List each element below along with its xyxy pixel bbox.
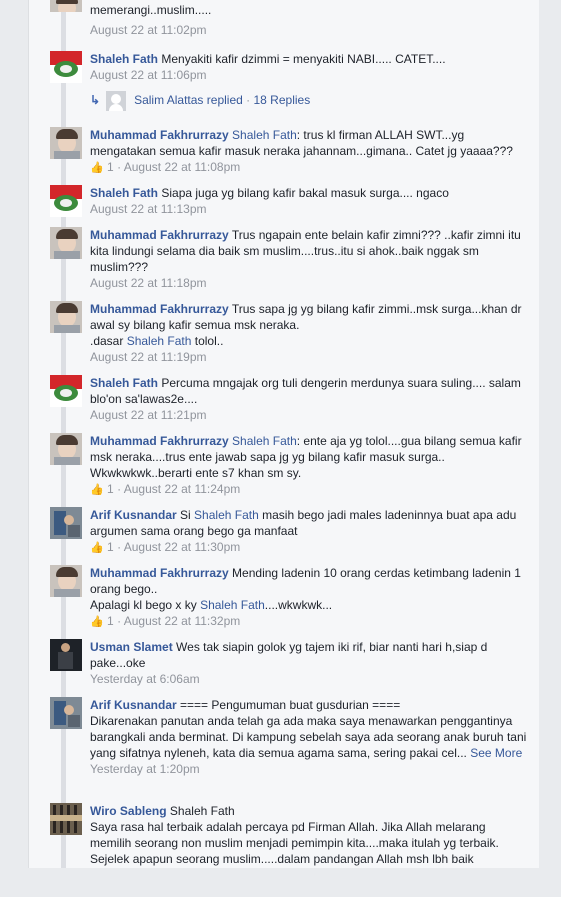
comment-author[interactable]: Arif Kusnandar — [90, 698, 177, 712]
comment: Muhammad Fakhrurrazy Shaleh Fath: trus k… — [50, 127, 530, 176]
comment-mention[interactable]: Shaleh Fath — [127, 334, 192, 348]
comment-mention[interactable]: Shaleh Fath — [194, 508, 259, 522]
avatar[interactable] — [50, 803, 82, 835]
comment-time[interactable]: August 22 at 11:02pm — [90, 22, 530, 38]
comment: Shaleh Fath Percuma mngajak org tuli den… — [50, 375, 530, 423]
comment-mention[interactable]: Shaleh Fath — [200, 598, 265, 612]
comment-text: ==== Pengumuman buat gusdurian ==== — [180, 698, 401, 712]
replied-label[interactable]: replied — [207, 93, 243, 107]
avatar[interactable] — [50, 565, 82, 597]
comment: Muhammad Fakhrurrazy Shaleh Fath: ente a… — [50, 433, 530, 498]
replies-summary[interactable]: ↳ Salim Alattas replied · 18 Replies — [90, 90, 310, 111]
comment-text: Siapa juga yg bilang kafir bakal masuk s… — [161, 186, 449, 200]
avatar[interactable] — [50, 185, 82, 217]
comment: Wiro Sableng Shaleh Fath Saya rasa hal t… — [50, 803, 530, 867]
avatar[interactable] — [50, 375, 82, 407]
comment-author[interactable]: Wiro Sableng — [90, 804, 167, 818]
like-icon: 👍 — [90, 162, 104, 174]
comment-author[interactable]: Muhammad Fakhrurrazy — [90, 128, 229, 142]
like-count[interactable]: 1 — [107, 540, 114, 554]
comment-author[interactable]: Shaleh Fath — [90, 186, 158, 200]
comment: Arif Kusnandar ==== Pengumuman buat gusd… — [50, 697, 530, 777]
comment: Muhammad Fakhrurrazy Mending ladenin 10 … — [50, 565, 530, 630]
like-count[interactable]: 1 — [107, 160, 114, 174]
comment-text-line2: .dasar — [90, 334, 127, 348]
comment-author[interactable]: Usman Slamet — [90, 640, 173, 654]
comment: Arif Kusnandar Si Shaleh Fath masih bego… — [50, 507, 530, 556]
comment-author[interactable]: Shaleh Fath — [90, 52, 158, 66]
comment-paragraph: Saya rasa hal terbaik adalah percaya pd … — [90, 820, 499, 866]
comment-time[interactable]: Yesterday at 1:20pm — [90, 761, 530, 777]
comment-author[interactable]: Muhammad Fakhrurrazy — [90, 302, 229, 316]
comment-time[interactable]: August 22 at 11:08pm — [124, 160, 241, 174]
comment-author[interactable]: Muhammad Fakhrurrazy — [90, 434, 229, 448]
like-icon: 👍 — [90, 542, 104, 554]
avatar-placeholder-icon — [106, 90, 127, 111]
avatar[interactable] — [50, 301, 82, 333]
comment-time[interactable]: August 22 at 11:13pm — [90, 201, 530, 217]
comment-time[interactable]: August 22 at 11:21pm — [90, 407, 530, 423]
comment: Muhammad Fakhrurrazy Trus sapa jg yg bil… — [50, 301, 530, 365]
comment-author[interactable]: Arif Kusnandar — [90, 508, 177, 522]
comment: Muhammad Fakhrurrazy Trus ngapain ente b… — [50, 227, 530, 291]
comment-author[interactable]: Muhammad Fakhrurrazy — [90, 228, 229, 242]
comment-time[interactable]: August 22 at 11:06pm — [90, 67, 530, 83]
comment-mention[interactable]: Shaleh Fath — [232, 128, 297, 142]
comment-time[interactable]: August 22 at 11:24pm — [124, 482, 241, 496]
replier-name[interactable]: Salim Alattas — [134, 93, 203, 107]
avatar[interactable] — [50, 507, 82, 539]
like-icon: 👍 — [90, 484, 104, 496]
avatar[interactable] — [50, 0, 82, 12]
comment-tag[interactable]: Shaleh Fath — [170, 804, 235, 818]
separator: · — [246, 93, 251, 107]
comment-text: Si — [180, 508, 191, 522]
comment-time[interactable]: August 22 at 11:19pm — [90, 349, 530, 365]
avatar[interactable] — [50, 433, 82, 465]
comment: Shaleh Fath Menyakiti kafir dzimmi = men… — [50, 51, 530, 83]
comment-text: Menyakiti kafir dzimmi = menyakiti NABI.… — [161, 52, 446, 66]
comment-partial: memerangi..muslim..... August 22 at 11:0… — [50, 0, 530, 38]
comment-author[interactable]: Muhammad Fakhrurrazy — [90, 566, 229, 580]
comment-text-line2: Apalagi kl bego x ky — [90, 598, 201, 612]
comment-time[interactable]: Yesterday at 6:06am — [90, 671, 530, 687]
like-count[interactable]: 1 — [107, 614, 114, 628]
comment: Shaleh Fath Siapa juga yg bilang kafir b… — [50, 185, 530, 217]
comment-paragraph: Dikarenakan panutan anda telah ga ada ma… — [90, 714, 527, 760]
comment-time[interactable]: August 22 at 11:30pm — [124, 540, 241, 554]
comment-text-line2-end: tolol.. — [191, 334, 224, 348]
comment-text: memerangi..muslim..... — [90, 3, 212, 17]
like-icon: 👍 — [90, 616, 104, 628]
comment-text-line2-end: ....wkwkwk... — [264, 598, 333, 612]
avatar[interactable] — [50, 697, 82, 729]
comment-time[interactable]: August 22 at 11:32pm — [124, 614, 241, 628]
see-more-link[interactable]: See More — [470, 746, 522, 760]
like-count[interactable]: 1 — [107, 482, 114, 496]
comment-author[interactable]: Shaleh Fath — [90, 376, 158, 390]
reply-arrow-icon: ↳ — [90, 93, 101, 107]
comment: Usman Slamet Wes tak siapin golok yg taj… — [50, 639, 530, 687]
avatar[interactable] — [50, 127, 82, 159]
avatar[interactable] — [50, 51, 82, 83]
reply-count[interactable]: 18 Replies — [254, 93, 311, 107]
avatar[interactable] — [50, 639, 82, 671]
comment-mention[interactable]: Shaleh Fath — [232, 434, 297, 448]
comment-time[interactable]: August 22 at 11:18pm — [90, 275, 530, 291]
avatar[interactable] — [50, 227, 82, 259]
